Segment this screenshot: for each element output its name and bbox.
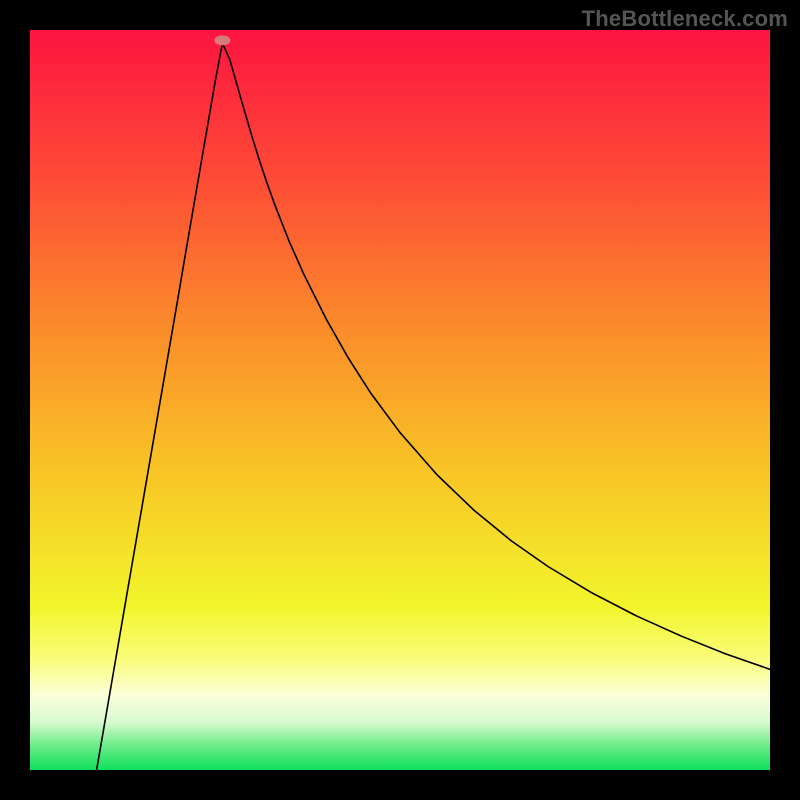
gradient-background — [30, 30, 770, 770]
min-marker — [214, 35, 230, 45]
plot-area — [30, 30, 770, 770]
chart-container: TheBottleneck.com — [0, 0, 800, 800]
chart-svg — [30, 30, 770, 770]
attribution-text: TheBottleneck.com — [582, 6, 788, 32]
